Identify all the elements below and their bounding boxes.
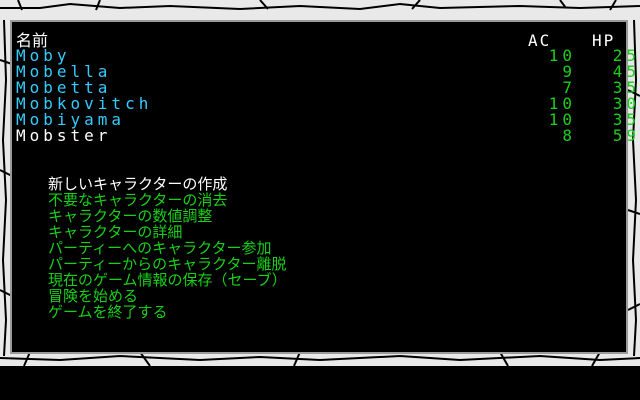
character-name: Mobster	[16, 126, 112, 145]
main-menu: 新しいキャラクターの作成 不要なキャラクターの消去 キャラクターの数値調整 キャ…	[48, 176, 287, 320]
menu-save-game[interactable]: 現在のゲーム情報の保存（セーブ）	[48, 272, 287, 288]
character-roster: Moby 10 25 Mobella 9 45 Mobetta 7 35 Mob…	[16, 48, 636, 145]
character-row-selected[interactable]: Mobster 8 59	[16, 126, 636, 145]
character-hp: 59	[612, 126, 640, 145]
menu-quit-game[interactable]: ゲームを終了する	[48, 304, 287, 320]
character-ac: 8	[562, 126, 576, 145]
menu-delete-character[interactable]: 不要なキャラクターの消去	[48, 192, 287, 208]
menu-adjust-stats[interactable]: キャラクターの数値調整	[48, 208, 287, 224]
menu-create-character[interactable]: 新しいキャラクターの作成	[48, 176, 287, 192]
menu-start-adventure[interactable]: 冒険を始める	[48, 288, 287, 304]
roster-header: 名前 AC HP	[16, 33, 624, 49]
menu-character-details[interactable]: キャラクターの詳細	[48, 224, 287, 240]
menu-leave-party[interactable]: パーティーからのキャラクター離脱	[48, 256, 287, 272]
menu-join-party[interactable]: パーティーへのキャラクター参加	[48, 240, 287, 256]
